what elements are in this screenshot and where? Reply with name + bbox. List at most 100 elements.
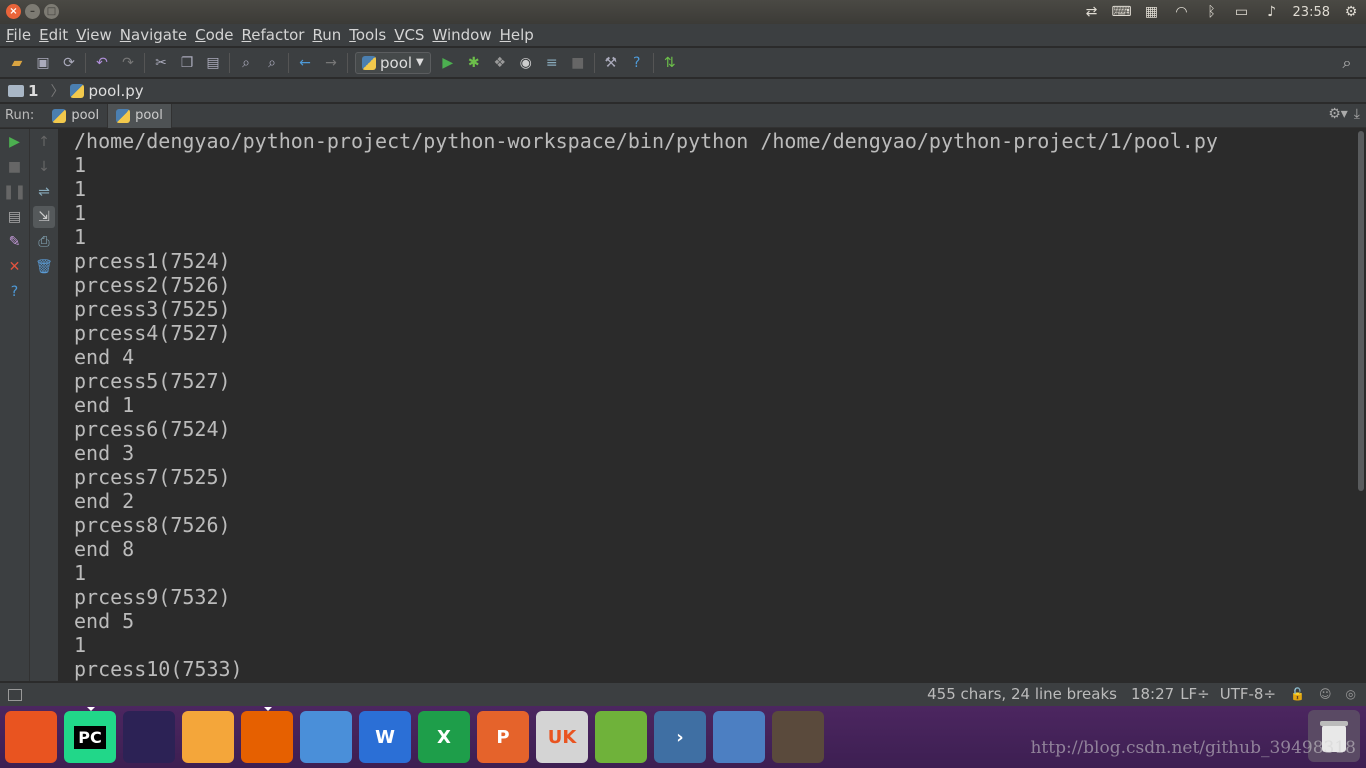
- find-icon[interactable]: ⌕: [235, 52, 257, 74]
- launcher-pycharm-icon[interactable]: PC: [64, 707, 116, 763]
- launcher-wps-spreadsheets-icon[interactable]: X: [418, 711, 470, 763]
- launcher-wps-writer-icon[interactable]: W: [359, 711, 411, 763]
- console-actions-column: ↑ ↓ ⇌ ⇲ ⎙ 🗑: [30, 129, 59, 681]
- menu-edit[interactable]: Edit: [35, 24, 72, 46]
- keyboard-icon[interactable]: ⌨: [1107, 0, 1137, 24]
- save-all-icon[interactable]: ▣: [32, 52, 54, 74]
- battery-icon[interactable]: ▭: [1227, 0, 1257, 24]
- menu-refactor[interactable]: Refactor: [238, 24, 309, 46]
- minimize-window-button[interactable]: –: [25, 4, 40, 19]
- bluetooth-icon[interactable]: ᛒ: [1197, 0, 1227, 24]
- scroll-to-end-icon[interactable]: ⇲: [33, 206, 55, 228]
- transfer-icon[interactable]: ⇄: [1077, 0, 1107, 24]
- vcs-icon[interactable]: ⇅: [659, 52, 681, 74]
- cut-icon[interactable]: ✂: [150, 52, 172, 74]
- run-configuration-select[interactable]: pool ▼: [355, 51, 431, 74]
- line-separator[interactable]: LF÷: [1180, 685, 1210, 703]
- replace-icon[interactable]: ⌕: [261, 52, 283, 74]
- synchronize-icon[interactable]: ⟳: [58, 52, 80, 74]
- close-icon[interactable]: ✕: [4, 256, 26, 278]
- restore-layout-icon[interactable]: ▤: [4, 206, 26, 228]
- copy-icon[interactable]: ❐: [176, 52, 198, 74]
- console-output[interactable]: /home/dengyao/python-project/python-work…: [60, 129, 1356, 681]
- help-icon[interactable]: ?: [4, 281, 26, 303]
- launcher-firefox-icon[interactable]: [241, 707, 293, 763]
- volume-icon[interactable]: ♪: [1257, 0, 1287, 24]
- pin-icon[interactable]: ✎: [4, 231, 26, 253]
- maximize-window-button[interactable]: □: [44, 4, 59, 19]
- stop-icon[interactable]: ■: [4, 156, 26, 178]
- file-encoding[interactable]: UTF-8÷: [1220, 685, 1276, 703]
- open-folder-icon[interactable]: ▰: [6, 52, 28, 74]
- system-top-panel: × – □ ⇄ ⌨ ▦ ◠ ᛒ ▭ ♪ 23:58 ⚙: [0, 0, 1366, 24]
- help-icon[interactable]: ?: [626, 52, 648, 74]
- console-scrollbar[interactable]: [1356, 129, 1366, 681]
- launcher-remmina-terminal-icon[interactable]: ›: [654, 711, 706, 763]
- run-icon[interactable]: ▶: [437, 52, 459, 74]
- hide-icon[interactable]: ⤓: [1354, 106, 1360, 122]
- tool-windows-icon[interactable]: [8, 688, 22, 701]
- menu-vcs[interactable]: VCS: [390, 24, 428, 46]
- paste-icon[interactable]: ▤: [202, 52, 224, 74]
- breadcrumb-project[interactable]: 1: [8, 82, 38, 100]
- settings-wrench-icon[interactable]: ⚒: [600, 52, 622, 74]
- redo-icon[interactable]: ↷: [117, 52, 139, 74]
- close-window-button[interactable]: ×: [6, 4, 21, 19]
- forward-icon[interactable]: →: [320, 52, 342, 74]
- scroll-up-icon[interactable]: ↑: [33, 131, 55, 153]
- console-line: /home/dengyao/python-project/python-work…: [74, 129, 1218, 153]
- launcher-ubuntu-software-icon[interactable]: UK: [536, 711, 588, 763]
- back-icon[interactable]: ←: [294, 52, 316, 74]
- coverage-icon[interactable]: ❖: [489, 52, 511, 74]
- inspector-icon[interactable]: ☺: [1319, 687, 1332, 701]
- menu-mnemonic: R: [312, 26, 323, 44]
- breadcrumb-file[interactable]: pool.py: [70, 82, 144, 100]
- launcher-eclipse-icon[interactable]: [123, 711, 175, 763]
- launcher-workspace-switcher-icon[interactable]: [713, 711, 765, 763]
- launcher-wps-presentation-icon[interactable]: P: [477, 711, 529, 763]
- run-tab-active[interactable]: pool: [108, 103, 172, 128]
- soft-wrap-icon[interactable]: ⇌: [33, 181, 55, 203]
- console-line: prcess6(7524): [74, 417, 231, 441]
- console-line: 1: [74, 201, 87, 225]
- clock[interactable]: 23:58: [1287, 5, 1336, 20]
- gear-icon[interactable]: ⚙▾: [1328, 106, 1348, 122]
- run-tab-label: pool: [71, 108, 100, 123]
- lock-icon[interactable]: 🔓: [1290, 687, 1305, 701]
- menu-tools[interactable]: Tools: [345, 24, 390, 46]
- python-icon: [52, 108, 67, 123]
- clear-all-icon[interactable]: 🗑: [33, 256, 55, 278]
- menu-view[interactable]: View: [72, 24, 116, 46]
- run-tab[interactable]: pool: [44, 103, 109, 128]
- launcher-files-icon[interactable]: [182, 711, 234, 763]
- pause-icon[interactable]: ❚❚: [3, 181, 26, 203]
- console-line: 1: [74, 633, 87, 657]
- undo-icon[interactable]: ↶: [91, 52, 113, 74]
- launcher-software-updater-icon[interactable]: [595, 711, 647, 763]
- scrollbar-thumb[interactable]: [1358, 131, 1364, 491]
- menu-help[interactable]: Help: [496, 24, 538, 46]
- launcher-gimp-icon[interactable]: [772, 711, 824, 763]
- event-log-icon[interactable]: ◎: [1346, 687, 1356, 701]
- menu-run[interactable]: Run: [308, 24, 345, 46]
- menu-code[interactable]: Code: [191, 24, 237, 46]
- power-gear-icon[interactable]: ⚙: [1336, 0, 1366, 24]
- debug-icon[interactable]: ✱: [463, 52, 485, 74]
- console-line: 1: [74, 177, 87, 201]
- menu-file[interactable]: File: [2, 24, 35, 46]
- launcher-ubuntu-dash-icon[interactable]: [5, 711, 57, 763]
- menu-window[interactable]: Window: [428, 24, 495, 46]
- input-method-icon[interactable]: ▦: [1137, 0, 1167, 24]
- search-everywhere-icon[interactable]: ⌕: [1336, 52, 1358, 74]
- print-icon[interactable]: ⎙: [33, 231, 55, 253]
- chevron-down-icon: ▼: [416, 57, 424, 68]
- concurrency-icon[interactable]: ≡: [541, 52, 563, 74]
- rerun-icon[interactable]: ▶: [4, 131, 26, 153]
- caret-position[interactable]: 18:27: [1131, 685, 1174, 703]
- menu-navigate[interactable]: Navigate: [116, 24, 191, 46]
- scroll-down-icon[interactable]: ↓: [33, 156, 55, 178]
- stop-icon[interactable]: ■: [567, 52, 589, 74]
- profile-icon[interactable]: ◉: [515, 52, 537, 74]
- wifi-icon[interactable]: ◠: [1167, 0, 1197, 24]
- launcher-chromium-icon[interactable]: [300, 711, 352, 763]
